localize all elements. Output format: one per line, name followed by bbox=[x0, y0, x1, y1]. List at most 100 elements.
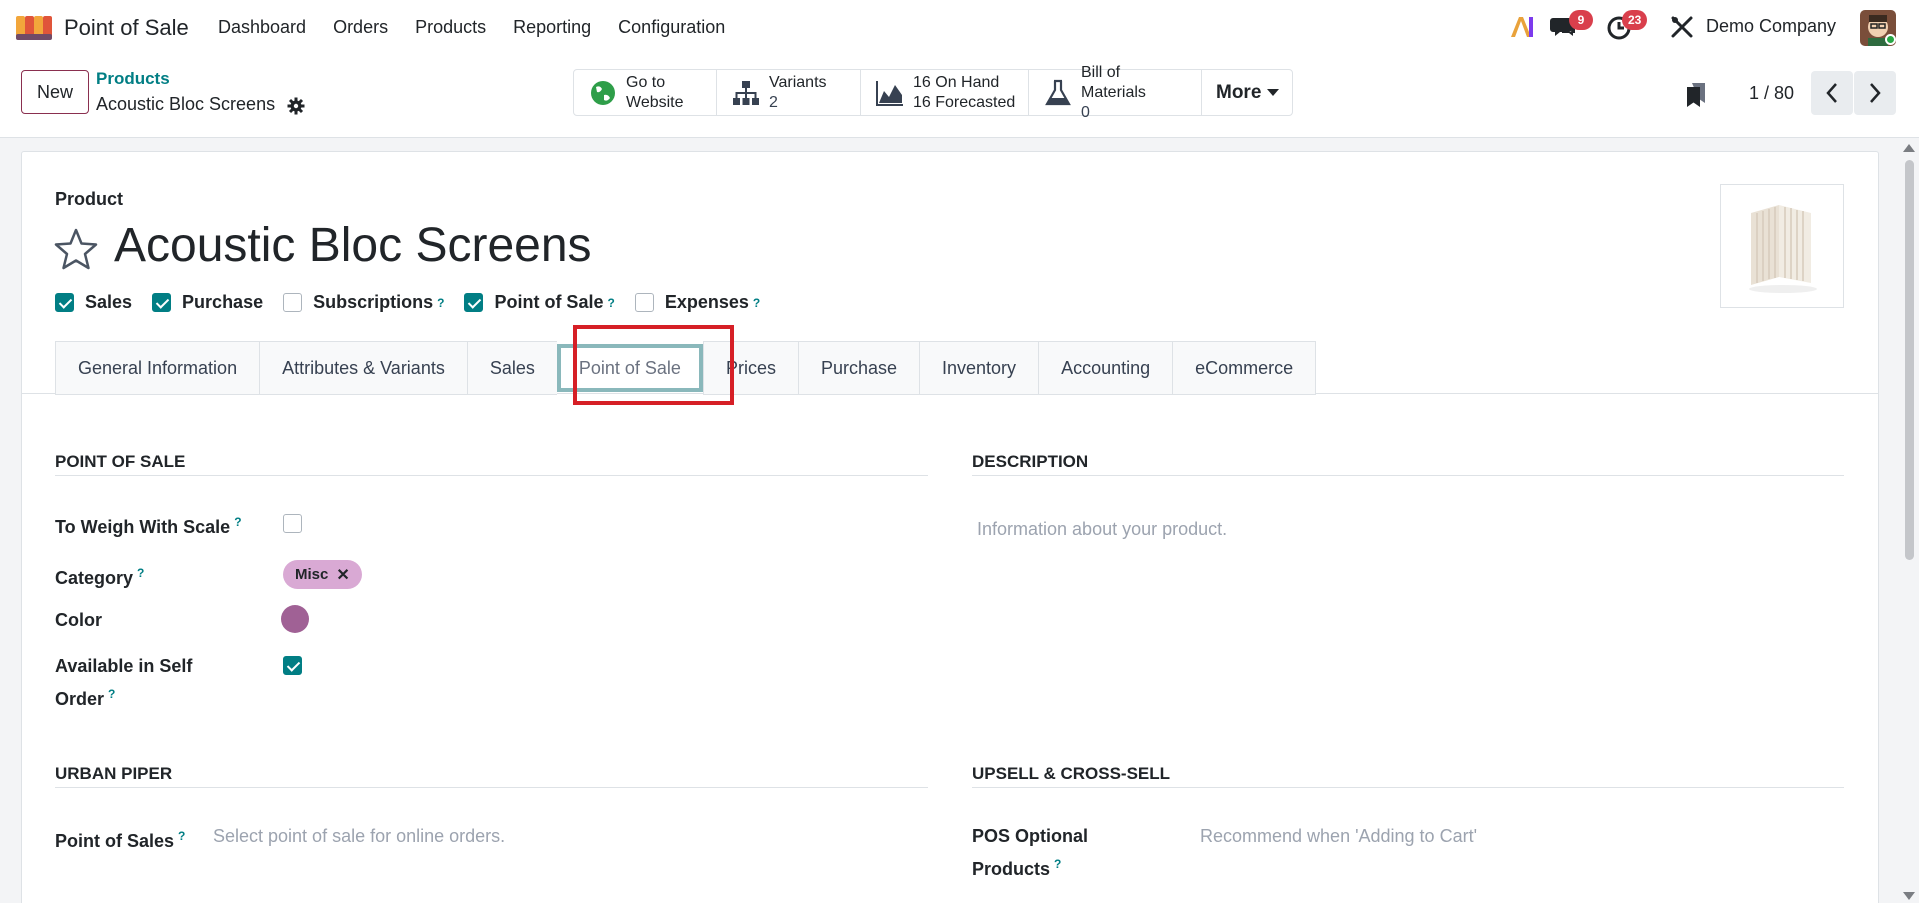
product-name[interactable]: Acoustic Bloc Screens bbox=[114, 218, 592, 273]
chevron-right-icon bbox=[1870, 83, 1881, 103]
globe-icon bbox=[591, 80, 615, 105]
menu-products[interactable]: Products bbox=[415, 17, 486, 38]
flag-purchase[interactable]: Purchase bbox=[152, 292, 263, 313]
bom-label: Bill of Materials bbox=[1081, 63, 1146, 101]
color-label: Color bbox=[55, 610, 102, 630]
new-button[interactable]: New bbox=[21, 70, 89, 114]
online-status-icon bbox=[1885, 34, 1896, 45]
subscriptions-label: Subscriptions bbox=[313, 292, 434, 312]
app-name[interactable]: Point of Sale bbox=[64, 15, 189, 41]
scroll-up-arrow[interactable] bbox=[1903, 144, 1915, 152]
help-icon[interactable]: ? bbox=[178, 829, 185, 843]
pos-optional-products-input[interactable]: Recommend when 'Adding to Cart' bbox=[1200, 826, 1477, 847]
gear-icon[interactable] bbox=[287, 97, 305, 115]
expenses-checkbox[interactable] bbox=[634, 293, 654, 312]
point-of-sale-checkbox[interactable] bbox=[464, 293, 484, 312]
category-label-text: Category bbox=[55, 568, 134, 588]
tab-general-information[interactable]: General Information bbox=[55, 341, 260, 395]
website-line1: Go to bbox=[626, 73, 666, 91]
urban-piper-section-title: URBAN PIPER bbox=[55, 764, 173, 783]
app-logo-icon[interactable] bbox=[16, 14, 52, 40]
help-icon[interactable]: ? bbox=[753, 296, 760, 310]
bill-of-materials-button[interactable]: Bill of Materials 0 bbox=[1029, 64, 1202, 121]
self-order-label-line1: Available in Self bbox=[55, 656, 193, 676]
go-to-website-button[interactable]: Go to Website bbox=[574, 70, 717, 115]
activities-badge: 23 bbox=[1622, 10, 1648, 30]
description-section-rule bbox=[972, 475, 1844, 476]
subscriptions-checkbox[interactable] bbox=[283, 293, 303, 312]
help-icon[interactable]: ? bbox=[137, 566, 144, 580]
help-icon[interactable]: ? bbox=[108, 687, 115, 701]
pos-optional-products-label: POS Optional Products? bbox=[972, 822, 1088, 883]
pos-section-rule bbox=[55, 475, 928, 476]
purchase-checkbox[interactable] bbox=[152, 293, 172, 312]
pager-next-button[interactable] bbox=[1854, 71, 1896, 115]
breadcrumb-parent[interactable]: Products bbox=[96, 69, 170, 89]
product-image[interactable] bbox=[1720, 184, 1844, 308]
weigh-label: To Weigh With Scale? bbox=[55, 508, 242, 541]
more-label: More bbox=[1216, 81, 1262, 103]
scrollbar-thumb[interactable] bbox=[1905, 160, 1914, 560]
upsell-section-title: UPSELL & CROSS-SELL bbox=[972, 764, 1171, 783]
help-icon[interactable]: ? bbox=[234, 515, 241, 529]
more-button[interactable]: More bbox=[1202, 70, 1292, 115]
caret-down-icon bbox=[1267, 88, 1280, 96]
chevron-left-icon bbox=[1826, 83, 1837, 103]
category-label: Category? bbox=[55, 559, 144, 592]
menu-dashboard[interactable]: Dashboard bbox=[218, 17, 306, 38]
description-input[interactable]: Information about your product. bbox=[977, 519, 1227, 540]
point-of-sales-label: Point of Sales? bbox=[55, 822, 185, 855]
scroll-down-arrow[interactable] bbox=[1903, 892, 1915, 900]
highlight-annotation bbox=[573, 325, 734, 405]
star-icon[interactable] bbox=[53, 227, 99, 271]
on-hand-line: 16 On Hand bbox=[913, 73, 1000, 91]
close-icon[interactable]: ✕ bbox=[336, 565, 349, 585]
help-icon[interactable]: ? bbox=[437, 296, 444, 310]
flag-sales[interactable]: Sales bbox=[55, 292, 132, 313]
menu-orders[interactable]: Orders bbox=[333, 17, 388, 38]
variants-value: 2 bbox=[769, 93, 778, 111]
help-icon[interactable]: ? bbox=[607, 296, 614, 310]
pager-value[interactable]: 1 / 80 bbox=[1749, 83, 1794, 104]
pos-optional-label-line1: POS Optional bbox=[972, 826, 1089, 846]
bookmark-icon[interactable] bbox=[1684, 82, 1708, 108]
ai-icon[interactable] bbox=[1509, 15, 1535, 39]
tab-attributes-variants[interactable]: Attributes & Variants bbox=[259, 341, 467, 395]
product-flags: Sales Purchase Subscriptions? Point of S… bbox=[55, 292, 780, 313]
company-name[interactable]: Demo Company bbox=[1706, 16, 1836, 37]
sales-label: Sales bbox=[85, 292, 133, 312]
on-hand-button[interactable]: 16 On Hand 16 Forecasted bbox=[861, 70, 1029, 115]
self-order-checkbox[interactable] bbox=[283, 656, 302, 675]
flag-point-of-sale[interactable]: Point of Sale? bbox=[464, 292, 615, 313]
self-order-label: Available in Self Order? bbox=[55, 652, 192, 713]
tools-icon[interactable] bbox=[1670, 15, 1694, 39]
pager-previous-button[interactable] bbox=[1811, 71, 1853, 115]
forecasted-line: 16 Forecasted bbox=[913, 93, 1016, 111]
tab-ecommerce[interactable]: eCommerce bbox=[1172, 341, 1317, 395]
weigh-checkbox[interactable] bbox=[283, 514, 302, 533]
help-icon[interactable]: ? bbox=[1054, 857, 1061, 871]
sitemap-icon bbox=[733, 80, 759, 105]
top-navbar: Point of Sale Dashboard Orders Products … bbox=[0, 0, 1919, 55]
urban-piper-section-rule bbox=[55, 787, 928, 788]
category-tag[interactable]: Misc ✕ bbox=[283, 560, 362, 589]
tab-sales[interactable]: Sales bbox=[466, 341, 557, 395]
tab-accounting[interactable]: Accounting bbox=[1038, 341, 1173, 395]
tab-purchase[interactable]: Purchase bbox=[797, 341, 920, 395]
self-order-label-line2: Order bbox=[55, 689, 105, 709]
menu-reporting[interactable]: Reporting bbox=[513, 17, 591, 38]
flag-subscriptions[interactable]: Subscriptions? bbox=[283, 292, 444, 313]
area-chart-icon bbox=[876, 80, 903, 106]
main-menu: Dashboard Orders Products Reporting Conf… bbox=[218, 17, 752, 38]
sales-checkbox[interactable] bbox=[55, 293, 74, 312]
point-of-sales-label-text: Point of Sales bbox=[55, 831, 175, 851]
point-of-sales-input[interactable]: Select point of sale for online orders. bbox=[213, 826, 505, 847]
messages-badge: 9 bbox=[1569, 10, 1593, 30]
color-picker[interactable] bbox=[281, 605, 309, 633]
tab-inventory[interactable]: Inventory bbox=[919, 341, 1039, 395]
variants-button[interactable]: Variants 2 bbox=[717, 70, 861, 115]
purchase-label: Purchase bbox=[182, 292, 264, 312]
product-type-label: Product bbox=[55, 189, 124, 209]
flag-expenses[interactable]: Expenses? bbox=[634, 292, 760, 313]
menu-configuration[interactable]: Configuration bbox=[618, 17, 725, 38]
